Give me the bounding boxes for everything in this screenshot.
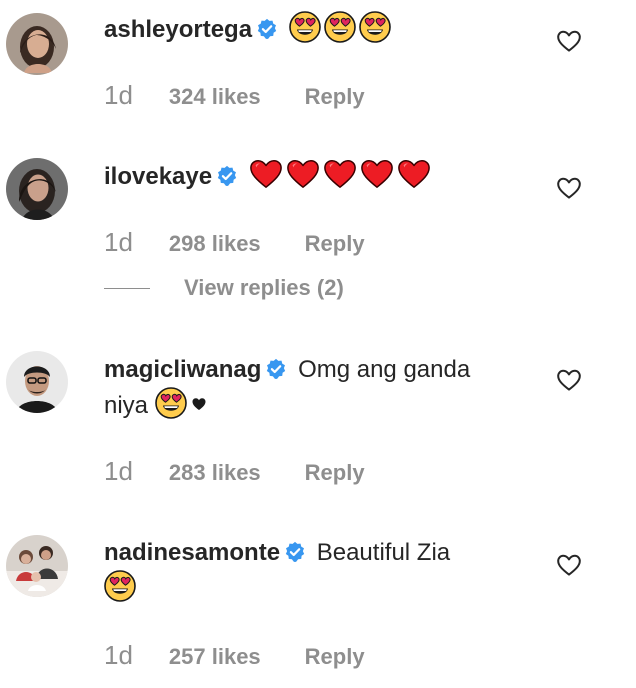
red-heart-emoji [397,158,431,190]
comment-meta: 1d 283 likes Reply [104,456,365,487]
divider-line [104,287,150,289]
reply-button[interactable]: Reply [305,231,365,257]
view-replies-label: View replies (2) [184,275,344,300]
comment-meta: 1d 324 likes Reply [104,80,365,111]
username[interactable]: nadinesamonte [104,539,280,566]
username[interactable]: ilovekaye [104,163,212,190]
verified-badge-icon [216,165,238,187]
likes-count[interactable]: 324 likes [169,84,261,110]
comment-line-2 [104,570,534,606]
like-heart-icon[interactable] [556,368,582,392]
likes-count[interactable]: 298 likes [169,231,261,257]
comment-time: 1d [104,227,133,257]
comment-body: magicliwanag Omg ang ganda niya [104,352,534,423]
comment-meta: 1d 257 likes Reply [104,640,365,671]
comment-text: niya [104,392,149,419]
comment-time: 1d [104,456,133,486]
black-heart-emoji [192,397,206,411]
comment-text: Omg ang ganda [298,356,471,383]
heart-eyes-emoji [359,11,391,43]
username[interactable]: ashleyortega [104,16,252,43]
comment-body: ashleyortega [104,11,534,47]
comment-line-2: niya [104,387,534,423]
username[interactable]: magicliwanag [104,356,261,383]
likes-count[interactable]: 257 likes [169,644,261,670]
heart-eyes-emoji [324,11,356,43]
view-replies-button[interactable]: View replies (2) [104,275,344,301]
heart-eyes-emoji [104,570,136,602]
verified-badge-icon [284,541,306,563]
comment-text: Beautiful Zia [316,539,451,566]
like-heart-icon[interactable] [556,553,582,577]
comment-time: 1d [104,80,133,110]
red-heart-emoji [249,158,283,190]
comment-line-1: magicliwanag Omg ang ganda [104,352,534,387]
likes-count[interactable]: 283 likes [169,460,261,486]
comment-line-1: nadinesamonte Beautiful Zia [104,535,534,570]
red-heart-emoji [286,158,320,190]
avatar[interactable] [6,351,68,413]
reply-button[interactable]: Reply [305,460,365,486]
comment-body: nadinesamonte Beautiful Zia [104,535,534,606]
avatar[interactable] [6,13,68,75]
comment-time: 1d [104,640,133,670]
red-heart-emoji [360,158,394,190]
reply-button[interactable]: Reply [305,84,365,110]
like-heart-icon[interactable] [556,29,582,53]
like-heart-icon[interactable] [556,176,582,200]
reply-button[interactable]: Reply [305,644,365,670]
avatar[interactable] [6,158,68,220]
heart-eyes-emoji [155,387,187,419]
comment-body: ilovekaye [104,158,534,194]
verified-badge-icon [256,18,278,40]
avatar[interactable] [6,535,68,597]
verified-badge-icon [265,358,287,380]
red-heart-emoji [323,158,357,190]
comment-meta: 1d 298 likes Reply [104,227,365,258]
heart-eyes-emoji [289,11,321,43]
